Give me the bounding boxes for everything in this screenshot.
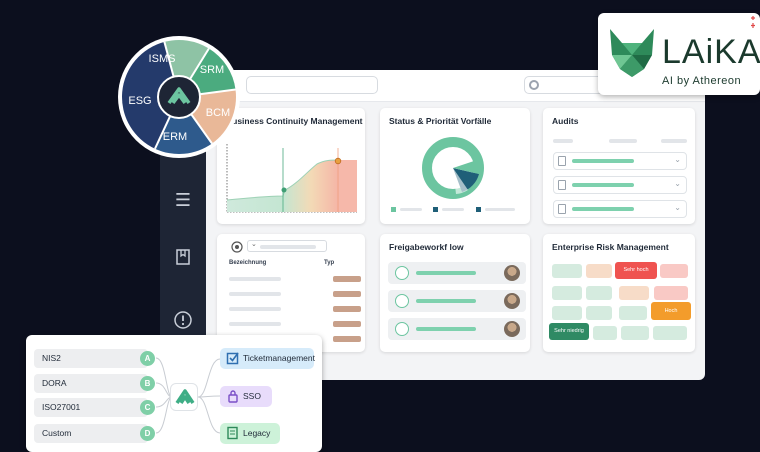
wheel-label-isms: ISMS	[149, 53, 176, 65]
framework-item[interactable]: Custom D	[34, 424, 155, 443]
approval-row[interactable]	[388, 290, 526, 312]
audit-row[interactable]: ⌄	[553, 200, 687, 218]
freigabe-card-title: Freigabeworkf low	[389, 242, 464, 252]
chevron-down-icon: ⌄	[674, 155, 681, 164]
audits-card[interactable]: Audits ⌄ ⌄ ⌄	[543, 108, 695, 224]
chevron-down-icon: ⌄	[251, 241, 257, 248]
badge-d: D	[140, 426, 155, 441]
table-row[interactable]	[229, 277, 281, 281]
sparkle-icon	[751, 16, 755, 28]
risk-cell-very-high[interactable]: Sehr hoch	[615, 262, 657, 279]
dashboard-window: ☰ Business Continuity Management Status …	[160, 70, 705, 380]
brand-tagline: AI by Athereon	[662, 75, 742, 87]
erm-card-title: Enterprise Risk Management	[552, 242, 669, 252]
brand-name: LAiKA	[662, 33, 760, 71]
checkbox-icon	[226, 351, 240, 365]
wheel-label-bcm: BCM	[206, 107, 230, 119]
status-card[interactable]: Status & Priorität Vorfälle	[380, 108, 530, 224]
wheel-label-srm: SRM	[200, 64, 224, 76]
table-row[interactable]	[229, 322, 281, 326]
audits-card-title: Audits	[552, 116, 579, 126]
framework-item[interactable]: ISO27001 C	[34, 398, 155, 417]
target-ticketmanagement[interactable]: Ticketmanagement	[220, 348, 315, 369]
risk-cell-high[interactable]: Hoch	[651, 302, 691, 320]
approval-row[interactable]	[388, 318, 526, 340]
status-circle-icon	[395, 322, 409, 336]
search-icon	[529, 80, 539, 90]
freigabe-card[interactable]: Freigabeworkf low	[380, 234, 530, 352]
column-header-typ: Typ	[324, 260, 335, 266]
approval-row[interactable]	[388, 262, 526, 284]
avatar	[504, 265, 520, 281]
document-icon	[558, 180, 566, 190]
badge-c: C	[140, 400, 155, 415]
hub-logo	[170, 383, 198, 411]
module-wheel: ISMS SRM BCM ERM ESG	[118, 36, 240, 158]
document-icon	[226, 426, 240, 440]
wheel-label-esg: ESG	[128, 95, 151, 107]
status-donut-chart	[391, 137, 515, 212]
wheel-label-erm: ERM	[163, 131, 187, 143]
filter-select[interactable]: ⌄	[247, 240, 327, 252]
info-icon[interactable]	[172, 310, 194, 332]
table-row[interactable]	[229, 307, 281, 311]
bcm-marker-point	[334, 157, 342, 165]
badge-b: B	[140, 376, 155, 391]
chevron-down-icon: ⌄	[674, 203, 681, 212]
list-icon[interactable]: ☰	[172, 190, 194, 212]
target-sso[interactable]: SSO	[220, 386, 272, 407]
erm-card[interactable]: Enterprise Risk Management Sehr hoch Hoc…	[543, 234, 695, 352]
risk-cell-very-low[interactable]: Sehr niedrig	[549, 323, 589, 340]
book-icon[interactable]	[172, 248, 194, 270]
integrations-card: NIS2 A DORA B ISO27001 C Custom D Ticketmana…	[26, 335, 322, 452]
settings-icon[interactable]	[230, 240, 244, 254]
framework-item[interactable]: DORA B	[34, 374, 155, 393]
chevron-down-icon: ⌄	[674, 179, 681, 188]
audit-row[interactable]: ⌄	[553, 152, 687, 170]
avatar	[504, 321, 520, 337]
framework-item[interactable]: NIS2 A	[34, 349, 155, 368]
audit-row[interactable]: ⌄	[553, 176, 687, 194]
table-row[interactable]	[229, 292, 281, 296]
document-icon	[558, 156, 566, 166]
document-icon	[558, 204, 566, 214]
search-input[interactable]	[246, 76, 378, 94]
badge-a: A	[140, 351, 155, 366]
status-circle-icon	[395, 266, 409, 280]
lock-icon	[226, 389, 240, 403]
app-logo-icon	[175, 389, 195, 404]
avatar	[504, 293, 520, 309]
target-legacy[interactable]: Legacy	[220, 423, 280, 444]
brand-logo-card: LAiKA AI by Athereon	[598, 13, 760, 95]
lynx-logo-icon	[610, 29, 654, 77]
column-header-bezeichnung: Bezeichnung	[229, 260, 267, 266]
status-circle-icon	[395, 294, 409, 308]
bcm-marker-point	[281, 187, 287, 193]
